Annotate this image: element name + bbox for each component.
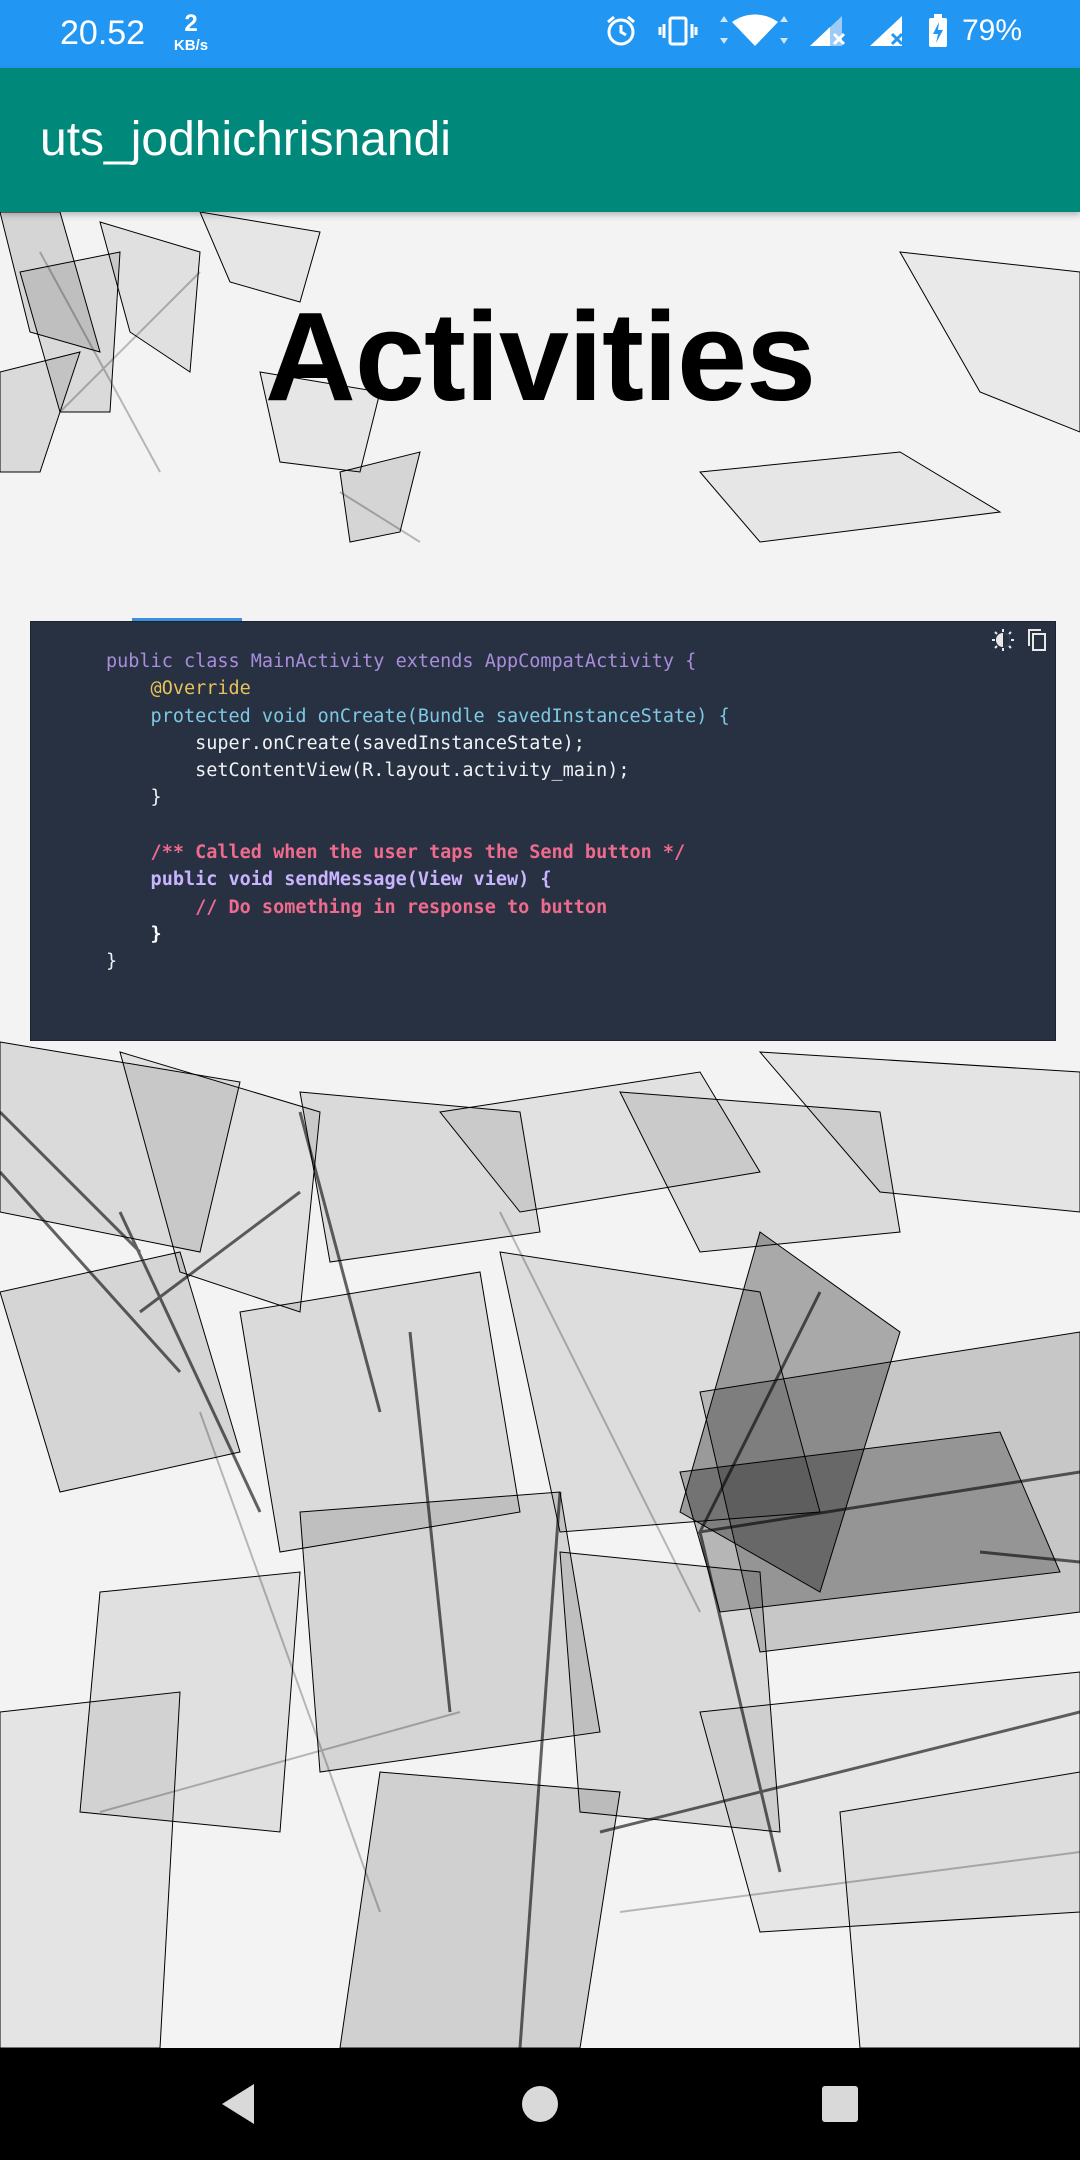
code-line-text: @Override — [106, 678, 251, 700]
back-icon — [222, 2084, 254, 2124]
code-line: // Do something in response to button — [106, 894, 730, 921]
code-line: } — [106, 784, 730, 811]
status-time: 20.52 — [60, 14, 146, 52]
code-line: public void sendMessage(View view) { — [106, 866, 730, 893]
code-line-text: } — [106, 923, 162, 945]
code-line-text: super.onCreate(savedInstanceState); — [106, 732, 585, 754]
code-line: @Override — [106, 675, 730, 702]
code-line-text: } — [106, 787, 162, 809]
app-bar: uts_jodhichrisnandi — [0, 68, 1080, 212]
signal-no-sim-icon — [809, 16, 846, 46]
network-speed-unit: KB/s — [173, 37, 209, 54]
code-line-text: /** Called when the user taps the Send b… — [106, 842, 686, 864]
code-snippet-image: public class MainActivity extends AppCom… — [30, 621, 1056, 1041]
code-line-text: protected void onCreate(Bundle savedInst… — [106, 705, 730, 727]
wifi-icon — [719, 14, 788, 46]
recents-button[interactable] — [800, 2048, 880, 2160]
code-line: public class MainActivity extends AppCom… — [106, 648, 730, 675]
status-icons: 79% — [604, 14, 1022, 48]
theme-toggle-icon — [992, 629, 1014, 651]
navigation-bar — [0, 2048, 1080, 2160]
page-heading: Activities — [264, 286, 816, 427]
code-line: protected void onCreate(Bundle savedInst… — [106, 703, 730, 730]
network-speed-value: 2 — [184, 10, 198, 37]
content-area: Activities public class MainActivity ext… — [0, 212, 1080, 2048]
code-toolbar — [991, 628, 1049, 652]
battery-percentage: 79% — [961, 14, 1022, 47]
app-title: uts_jodhichrisnandi — [40, 113, 451, 166]
network-speed: 2 KB/s — [166, 10, 216, 54]
code-line: } — [106, 948, 730, 975]
signal-icon — [869, 16, 904, 46]
code-line: /** Called when the user taps the Send b… — [106, 839, 730, 866]
code-line: } — [106, 921, 730, 948]
back-button[interactable] — [198, 2048, 278, 2160]
code-line: super.onCreate(savedInstanceState); — [106, 730, 730, 757]
code-line-text: } — [106, 951, 118, 973]
code-line-text: public class MainActivity extends AppCom… — [106, 651, 697, 672]
copy-icon — [1028, 629, 1046, 651]
alarm-icon — [606, 15, 635, 46]
home-button[interactable] — [500, 2048, 580, 2160]
code-line-text: // Do something in response to button — [106, 896, 608, 918]
home-icon — [522, 2086, 558, 2122]
background-abstract-image — [0, 212, 1080, 2048]
status-bar: 20.52 2 KB/s 79% — [0, 0, 1080, 68]
code-line-text: public void sendMessage(View view) { — [106, 869, 552, 891]
recents-icon — [822, 2086, 858, 2122]
code-block: public class MainActivity extends AppCom… — [106, 648, 730, 976]
code-line: setContentView(R.layout.activity_main); — [106, 757, 730, 784]
code-line-text: setContentView(R.layout.activity_main); — [106, 760, 630, 782]
vibrate-icon — [658, 16, 698, 46]
battery-charging-icon — [928, 14, 947, 47]
